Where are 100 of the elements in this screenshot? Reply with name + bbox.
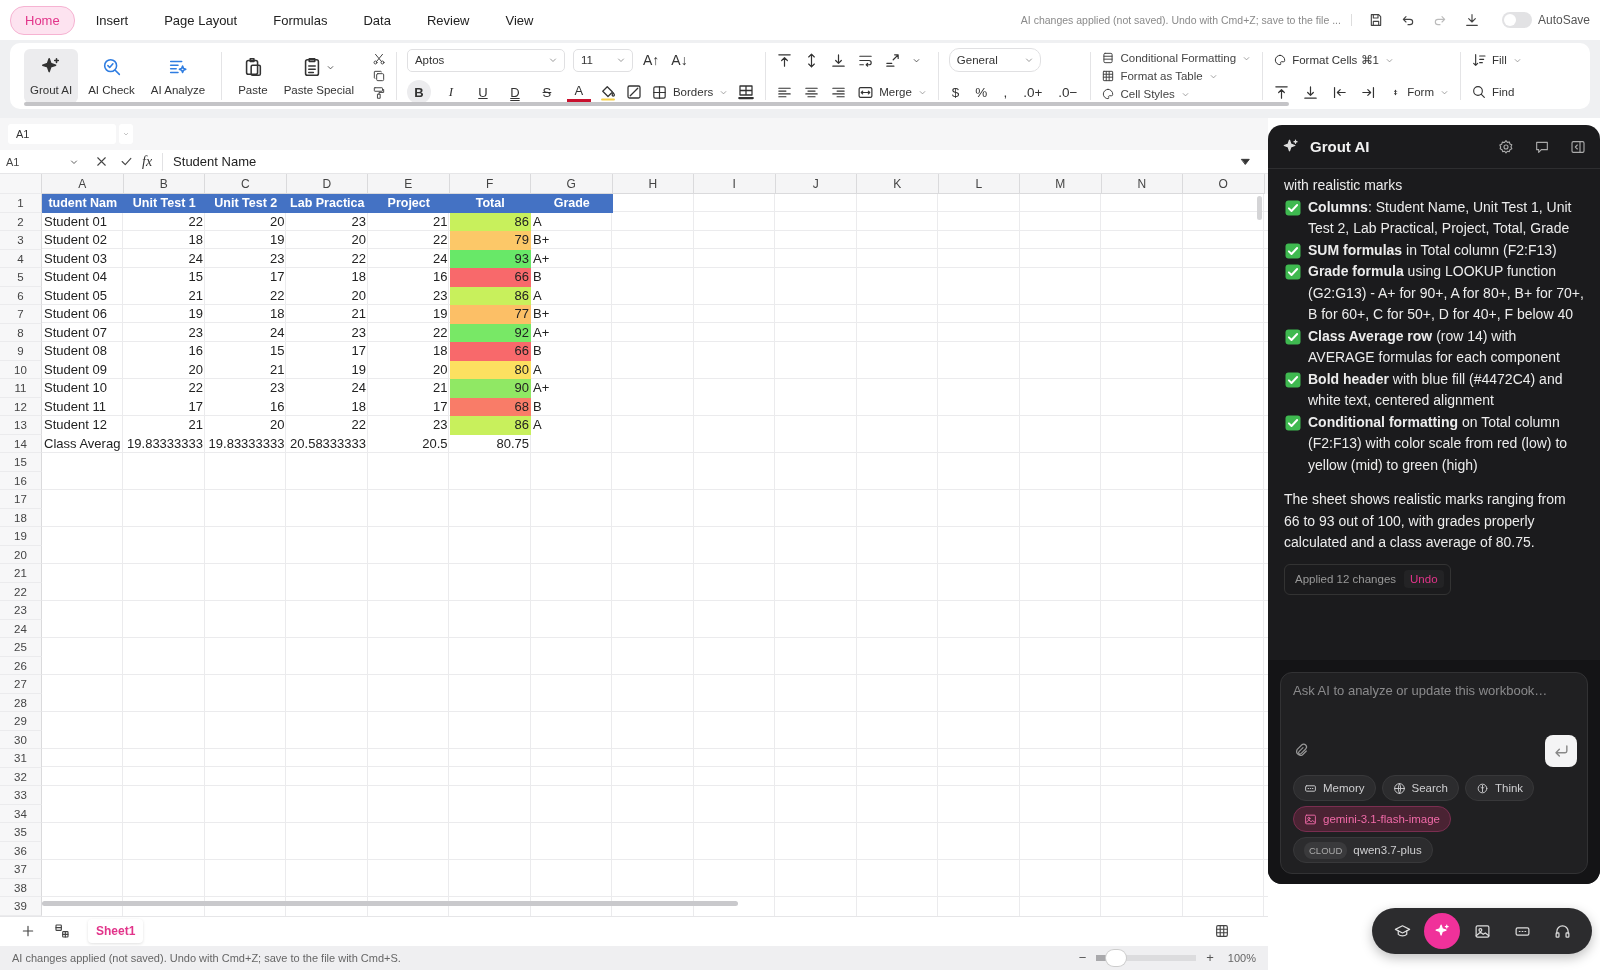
menu-tab[interactable]: Review [411,5,485,35]
row-number[interactable]: 19 [0,527,42,546]
column-header[interactable]: I [694,174,776,194]
ai-tool-button[interactable]: Grout AI [24,49,79,103]
format-button[interactable]: D [502,80,527,104]
menu-tab[interactable]: Insert [80,5,144,35]
merge-button[interactable]: Merge [857,81,928,103]
font-size-dropdown[interactable]: 11 [572,48,633,72]
align-bottom-icon[interactable] [830,51,848,69]
scrollbar[interactable] [42,900,738,906]
row-number[interactable]: 33 [0,786,42,805]
styles-menu-button[interactable]: Cell Styles [1101,85,1253,103]
format-button[interactable]: S [534,80,559,104]
menu-tab[interactable]: View [490,5,549,35]
row-number[interactable]: 5 [0,268,42,287]
font-dropdown[interactable]: Aptos [406,48,565,72]
name-box[interactable]: A1 [8,124,116,144]
column-header[interactable]: K [857,174,939,194]
insert-above-icon[interactable] [1273,83,1291,101]
insert-below-icon[interactable] [1302,83,1320,101]
sidebar-icon[interactable] [1570,138,1586,155]
text-angle-icon[interactable] [884,51,902,69]
format-painter-icon[interactable] [371,86,386,100]
undo-button[interactable]: Undo [1404,570,1444,589]
format-button[interactable]: I [438,80,463,104]
ai-tool-button[interactable]: AI Analyze [144,49,212,103]
row-number[interactable]: 39 [0,897,42,916]
cell-reference-dropdown[interactable]: A1 [6,155,84,168]
column-header[interactable]: N [1101,174,1183,194]
number-format-button[interactable]: .0+ [1020,81,1046,103]
menu-tab[interactable]: Formulas [258,5,343,35]
row-number[interactable]: 37 [0,860,42,879]
row-number[interactable]: 31 [0,749,42,768]
dock-button[interactable] [1424,913,1460,949]
number-format-dropdown[interactable]: General [948,48,1041,72]
number-format-button[interactable]: $ [948,81,963,103]
row-number[interactable]: 15 [0,453,42,472]
column-header[interactable]: H [612,174,694,194]
row-number[interactable]: 23 [0,601,42,620]
format-button[interactable]: U [470,80,495,104]
cancel-icon[interactable] [94,154,109,169]
row-number[interactable]: 17 [0,490,42,509]
sheets-icon[interactable] [54,923,70,939]
add-sheet-icon[interactable] [20,923,36,939]
option-chip[interactable]: Memory [1293,775,1376,801]
autosave-toggle[interactable] [1501,12,1532,28]
zoom-in-button[interactable]: + [1206,950,1214,965]
font-size-button[interactable]: A↑ [640,49,662,71]
column-header[interactable]: L [938,174,1020,194]
row-number[interactable]: 11 [0,379,42,398]
bottom-border-icon[interactable] [737,83,756,101]
styles-menu-button[interactable]: Format as Table [1101,67,1253,85]
row-number[interactable]: 21 [0,564,42,583]
scrollbar[interactable] [24,102,1289,106]
column-header[interactable]: O [1183,174,1265,194]
grid-icon[interactable] [1214,923,1230,939]
zoom-out-button[interactable]: − [1078,950,1087,965]
paste-special-button[interactable]: Paste Special [277,49,360,103]
function-label[interactable]: fx [142,153,153,170]
borders-button[interactable]: Borders [650,81,730,103]
paperclip-icon[interactable] [1293,743,1309,759]
form-button[interactable]: Form [1389,81,1450,103]
number-format-button[interactable]: , [1000,81,1011,103]
message-input[interactable]: Ask AI to analyze or update this workbook… [1293,683,1577,727]
row-number[interactable]: 25 [0,638,42,657]
scissors-icon[interactable] [371,52,386,66]
row-number[interactable]: 1 [0,194,42,213]
column-header[interactable]: M [1020,174,1102,194]
row-number[interactable]: 3 [0,231,42,250]
fill-button[interactable]: Fill [1471,49,1523,71]
send-button[interactable] [1545,735,1577,767]
option-chip[interactable]: Think [1464,775,1535,801]
model-chip[interactable]: gemini-3.1-flash-image [1293,806,1451,832]
row-number[interactable]: 35 [0,823,42,842]
paste-button[interactable]: Paste [232,49,274,103]
font-size-button[interactable]: A↓ [669,49,690,71]
number-format-button[interactable]: % [972,81,991,103]
option-chip[interactable]: Search [1381,775,1459,801]
row-number[interactable]: 27 [0,675,42,694]
model-chip[interactable]: CLOUD qwen3.7-plus [1293,837,1433,863]
align-top-icon[interactable] [776,51,794,69]
row-number[interactable]: 7 [0,305,42,324]
menu-tab[interactable]: Page Layout [149,5,253,35]
number-format-button[interactable]: .0− [1055,81,1081,103]
download-icon[interactable] [1463,12,1480,28]
menu-tab[interactable]: Data [348,5,406,35]
row-number[interactable]: 13 [0,416,42,435]
column-header[interactable]: J [775,174,857,194]
clear-format-icon[interactable] [624,83,643,101]
settings-icon[interactable] [1498,138,1514,155]
find-button[interactable]: Find [1471,81,1515,103]
paint-bucket-icon[interactable] [598,83,617,101]
copy-icon[interactable] [371,69,386,83]
row-number[interactable]: 29 [0,712,42,731]
row-number[interactable]: 9 [0,342,42,361]
format-cells-button[interactable]: Format Cells ⌘1 [1273,49,1395,71]
styles-menu-button[interactable]: Conditional Formatting [1101,49,1253,67]
ai-tool-button[interactable]: AI Check [82,49,141,103]
scrollbar[interactable] [1257,196,1262,220]
sheet-tab[interactable]: Sheet1 [88,919,144,943]
